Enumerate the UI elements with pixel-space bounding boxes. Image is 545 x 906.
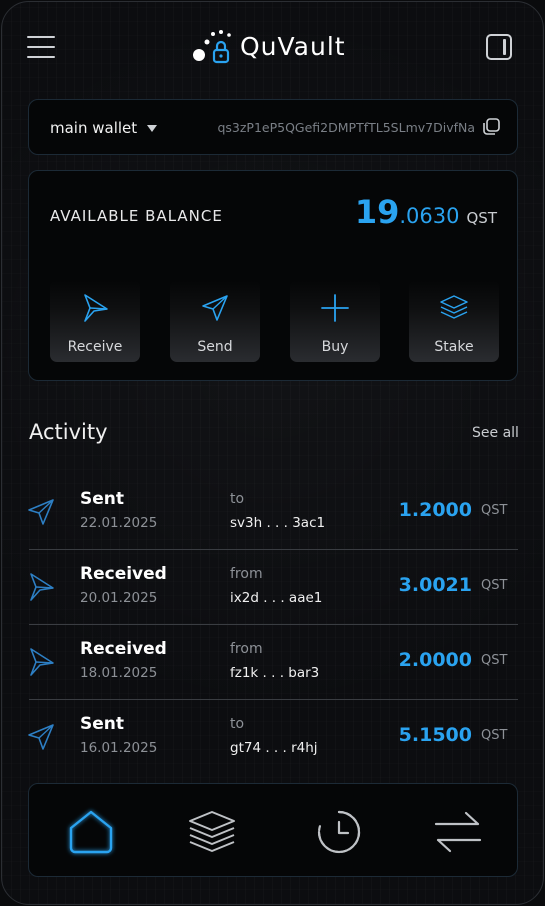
balance-label: AVAILABLE BALANCE xyxy=(50,207,223,225)
row-divider xyxy=(29,549,518,550)
tx-direction: from xyxy=(230,566,263,582)
tx-address: ix2d . . . aae1 xyxy=(230,590,323,606)
row-divider xyxy=(29,624,518,625)
tx-type: Received xyxy=(80,639,167,659)
tx-amount: 1.2000 xyxy=(398,499,472,521)
tx-date: 20.01.2025 xyxy=(80,590,158,606)
tx-direction: to xyxy=(230,491,245,507)
buy-button[interactable]: Buy xyxy=(290,280,380,362)
wallet-selector[interactable]: main wallet xyxy=(50,119,158,137)
activity-row[interactable]: Received 20.01.2025 from ix2d . . . aae1… xyxy=(29,551,518,625)
sent-arrow-icon xyxy=(28,724,54,750)
layers-icon xyxy=(189,811,235,852)
received-arrow-icon xyxy=(30,573,54,601)
tx-address: sv3h . . . 3ac1 xyxy=(230,515,326,531)
receive-icon xyxy=(84,294,108,322)
tx-unit: QST xyxy=(481,503,508,518)
tx-amount: 2.0000 xyxy=(398,649,472,671)
tx-date: 16.01.2025 xyxy=(80,740,158,756)
layers-icon xyxy=(440,295,468,319)
tx-type: Sent xyxy=(80,714,125,734)
wallet-address: qs3zP1eP5QGefi2DMPTfTL5SLmv7DivfNa xyxy=(217,120,475,135)
tx-amount: 5.1500 xyxy=(398,724,472,746)
tx-date: 18.01.2025 xyxy=(80,665,158,681)
wallet-name: main wallet xyxy=(50,119,138,137)
send-button[interactable]: Send xyxy=(170,280,260,362)
receive-button[interactable]: Receive xyxy=(50,280,140,362)
tx-unit: QST xyxy=(481,578,508,593)
nav-history[interactable] xyxy=(311,806,367,858)
app-logo: QuVault xyxy=(192,26,346,66)
copy-icon[interactable] xyxy=(481,117,501,137)
buy-label: Buy xyxy=(321,339,349,355)
balance-card: AVAILABLE BALANCE 19 .0630 QST Receive S… xyxy=(28,170,518,381)
balance-integer: 19 xyxy=(354,193,400,231)
sent-arrow-icon xyxy=(28,499,54,525)
balance-unit: QST xyxy=(466,209,498,227)
send-label: Send xyxy=(197,339,233,355)
tx-unit: QST xyxy=(481,728,508,743)
home-icon xyxy=(69,810,113,854)
wallet-bar: main wallet qs3zP1eP5QGefi2DMPTfTL5SLmv7… xyxy=(28,99,518,155)
menu-button[interactable] xyxy=(27,33,57,61)
activity-title: Activity xyxy=(29,420,108,444)
tx-address: fz1k . . . bar3 xyxy=(230,665,320,681)
tx-direction: from xyxy=(230,641,263,657)
tx-type: Sent xyxy=(80,489,125,509)
received-arrow-icon xyxy=(30,648,54,676)
caret-down-icon xyxy=(147,124,158,132)
hamburger-icon xyxy=(27,36,55,38)
activity-row[interactable]: Sent 22.01.2025 to sv3h . . . 3ac1 1.200… xyxy=(28,476,518,550)
tx-unit: QST xyxy=(481,653,508,668)
send-icon xyxy=(202,295,228,321)
history-icon xyxy=(317,810,361,854)
activity-row[interactable]: Received 18.01.2025 from fz1k . . . bar3… xyxy=(29,626,518,700)
tx-address: gt74 . . . r4hj xyxy=(230,740,318,756)
app-name: QuVault xyxy=(240,31,346,61)
stake-label: Stake xyxy=(434,339,474,355)
swap-icon xyxy=(434,811,482,853)
app-frame: QuVault main wallet qs3zP1eP5QGefi2DMPTf… xyxy=(1,1,544,905)
tx-type: Received xyxy=(80,564,167,584)
balance-amount: 19 .0630 QST xyxy=(355,193,497,231)
balance-fraction: .0630 xyxy=(399,204,460,228)
activity-row[interactable]: Sent 16.01.2025 to gt74 . . . r4hj 5.150… xyxy=(28,701,518,775)
receive-label: Receive xyxy=(67,339,123,355)
tx-date: 22.01.2025 xyxy=(80,515,158,531)
row-divider xyxy=(29,699,518,700)
nav-stake[interactable] xyxy=(184,806,240,858)
nav-swap[interactable] xyxy=(430,806,486,858)
plus-icon xyxy=(321,294,349,322)
window-toggle-button[interactable] xyxy=(486,34,512,60)
tx-amount: 3.0021 xyxy=(398,574,472,596)
tx-direction: to xyxy=(230,716,245,732)
nav-home[interactable] xyxy=(63,806,119,858)
bottom-nav xyxy=(28,783,518,877)
stake-button[interactable]: Stake xyxy=(409,280,499,362)
lock-logo-icon xyxy=(193,30,231,64)
see-all-link[interactable]: See all xyxy=(472,425,519,441)
